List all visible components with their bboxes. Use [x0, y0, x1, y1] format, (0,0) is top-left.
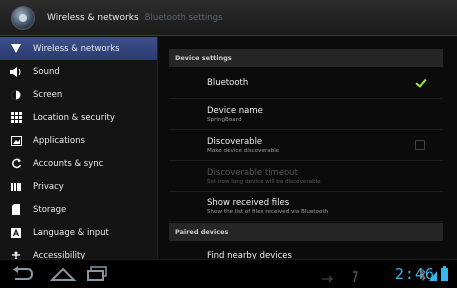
home-button[interactable]: [49, 266, 77, 282]
discoverable-checkbox[interactable]: [415, 140, 425, 150]
device-name-title: Device name: [207, 105, 263, 116]
bluetooth-settings-panel: Device settings Bluetooth Device name Sp…: [159, 37, 457, 259]
action-bar-subtitle: Bluetooth settings: [144, 12, 223, 23]
received-files-title: Show received files: [207, 198, 290, 208]
bluetooth-toggle-row[interactable]: Bluetooth: [169, 67, 443, 99]
discoverable-timeout-title: Discoverable timeout: [207, 167, 298, 178]
sidebar-item-privacy[interactable]: Privacy: [0, 175, 157, 198]
accessibility-icon: [8, 248, 24, 259]
bluetooth-checkbox[interactable]: [415, 78, 425, 88]
sidebar-item-label: Wireless & networks: [33, 43, 120, 54]
device-name-row[interactable]: Device name SpringBoard: [169, 99, 443, 130]
sidebar-item-accessibility[interactable]: Accessibility: [0, 244, 157, 259]
sidebar-item-label: Privacy: [33, 181, 64, 192]
home-icon: [49, 267, 77, 281]
storage-icon: [8, 202, 24, 218]
action-bar-title: Wireless & networks: [47, 12, 139, 23]
recent-apps-button[interactable]: [86, 266, 110, 282]
bluetooth-status-icon: [419, 267, 426, 286]
sidebar-item-label: Screen: [33, 89, 63, 100]
sidebar-item-label: Location & security: [33, 112, 115, 123]
sidebar-item-label: Sound: [33, 66, 60, 77]
discoverable-row[interactable]: Discoverable Make device discoverable: [169, 130, 443, 161]
wifi-icon: [8, 41, 24, 57]
sidebar-item-screen[interactable]: Screen: [0, 83, 157, 106]
sidebar-item-label: Storage: [33, 204, 67, 215]
sidebar-item-applications[interactable]: Applications: [0, 129, 157, 152]
applications-icon: [8, 133, 24, 149]
discoverable-timeout-row: Discoverable timeout Set how long device…: [169, 161, 443, 192]
bluetooth-title: Bluetooth: [207, 77, 249, 88]
privacy-icon: [8, 179, 24, 195]
sidebar-item-label: Applications: [33, 135, 85, 146]
android-tablet-screen: Wireless & networks Bluetooth settings W…: [0, 0, 457, 288]
usb-icon: [322, 269, 334, 288]
speaker-icon: [8, 64, 24, 80]
sidebar-item-label: Accounts & sync: [33, 158, 104, 169]
battery-icon: [441, 266, 448, 285]
device-name-summary: SpringBoard: [207, 116, 242, 123]
wifi-status-icon: [428, 267, 438, 286]
paired-devices-header: Paired devices: [169, 223, 443, 241]
find-nearby-title: Find nearby devices: [207, 251, 292, 259]
back-button[interactable]: [10, 266, 34, 282]
settings-list: Device settings Bluetooth Device name Sp…: [169, 49, 443, 259]
settings-app-icon[interactable]: [11, 5, 35, 30]
sidebar-item-sound[interactable]: Sound: [0, 60, 157, 83]
discoverable-title: Discoverable: [207, 136, 263, 147]
sidebar-item-location-security[interactable]: Location & security: [0, 106, 157, 129]
notification-icon[interactable]: [352, 268, 358, 287]
recent-apps-icon: [87, 266, 107, 281]
sidebar-item-wireless-networks[interactable]: Wireless & networks: [0, 37, 157, 60]
action-bar: Wireless & networks Bluetooth settings: [0, 0, 457, 36]
system-bar: 2:46: [0, 259, 457, 288]
discoverable-timeout-summary: Set how long device will be discoverable: [207, 178, 321, 185]
device-settings-header: Device settings: [169, 49, 443, 67]
back-icon: [13, 266, 34, 280]
grid-icon: [8, 110, 24, 126]
language-icon: [8, 225, 24, 241]
settings-sidebar: Wireless & networks Sound Screen Locatio…: [0, 37, 158, 259]
sidebar-item-label: Accessibility: [33, 250, 86, 260]
sidebar-item-accounts-sync[interactable]: Accounts & sync: [0, 152, 157, 175]
sync-icon: [8, 156, 24, 172]
sidebar-item-storage[interactable]: Storage: [0, 198, 157, 221]
show-received-files-row[interactable]: Show received files Show the list of fil…: [169, 192, 443, 222]
received-files-summary: Show the list of files received via Blue…: [207, 209, 329, 215]
sidebar-item-label: Language & input: [33, 227, 109, 238]
brightness-icon: [8, 87, 24, 103]
sidebar-item-language-input[interactable]: Language & input: [0, 221, 157, 244]
discoverable-summary: Make device discoverable: [207, 147, 280, 154]
find-nearby-devices-row[interactable]: Find nearby devices: [169, 241, 443, 259]
